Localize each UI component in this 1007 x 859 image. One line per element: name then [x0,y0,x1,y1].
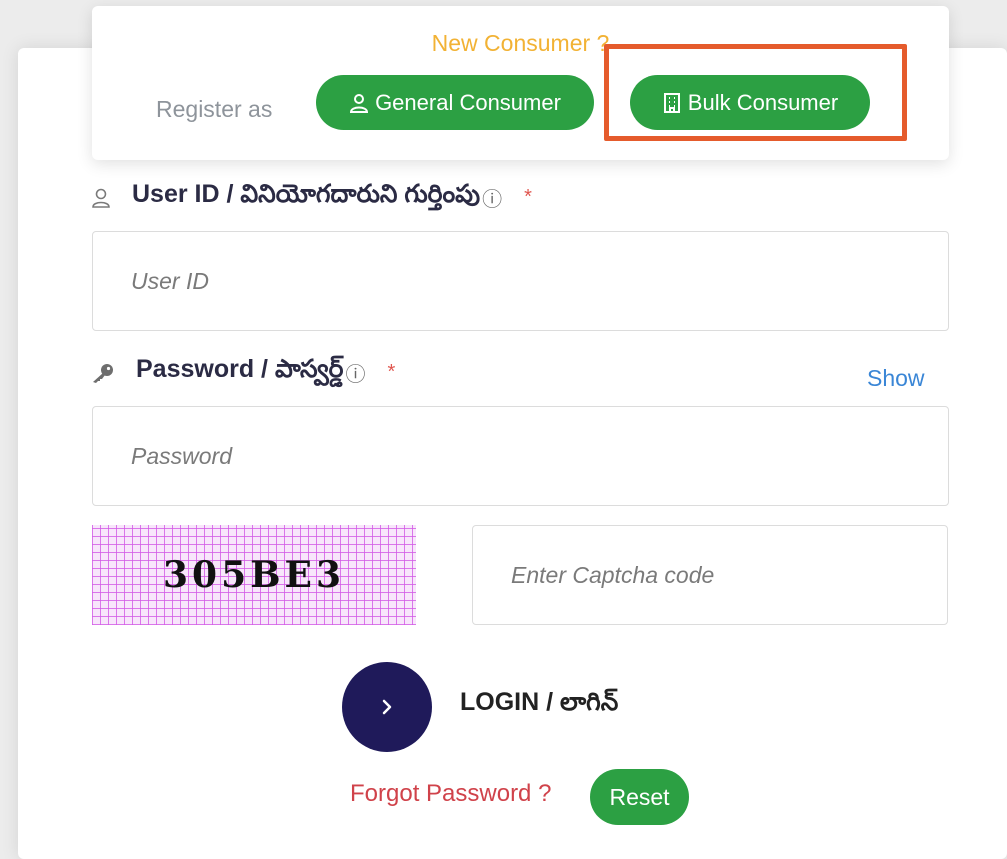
user-icon [349,93,369,113]
register-as-label: Register as [156,96,273,122]
captcha-input[interactable] [472,525,948,625]
required-marker: * [387,361,396,383]
general-consumer-button[interactable]: General Consumer [316,75,594,130]
info-icon[interactable]: ⓘ [482,183,502,212]
show-password-toggle[interactable]: Show [867,365,925,392]
required-marker: * [524,186,532,208]
login-button[interactable] [342,662,432,752]
info-icon[interactable]: ⓘ [346,358,366,387]
user-icon [90,187,112,209]
password-input[interactable] [92,406,949,506]
bulk-consumer-highlight [604,44,907,141]
login-label[interactable]: LOGIN / లాగిన్ [460,688,618,723]
password-label-text: Password / పాస్వర్డ్ [136,355,344,383]
captcha-code: 305BE3 [162,554,346,596]
user-id-label: User ID / వినియోగదారుని గుర్తింపు ⓘ * [90,180,532,215]
password-label: Password / పాస్వర్డ్ ⓘ * [90,355,395,390]
reset-password-button[interactable]: Reset [590,769,689,825]
general-consumer-label: General Consumer [375,89,561,115]
user-id-label-text: User ID / వినియోగదారుని గుర్తింపు [132,180,481,208]
user-id-input[interactable] [92,231,949,331]
key-icon [90,362,116,384]
captcha-image: 305BE3 [92,525,416,625]
forgot-password-text: Forgot Password ? [350,780,552,807]
chevron-right-icon [378,696,396,718]
